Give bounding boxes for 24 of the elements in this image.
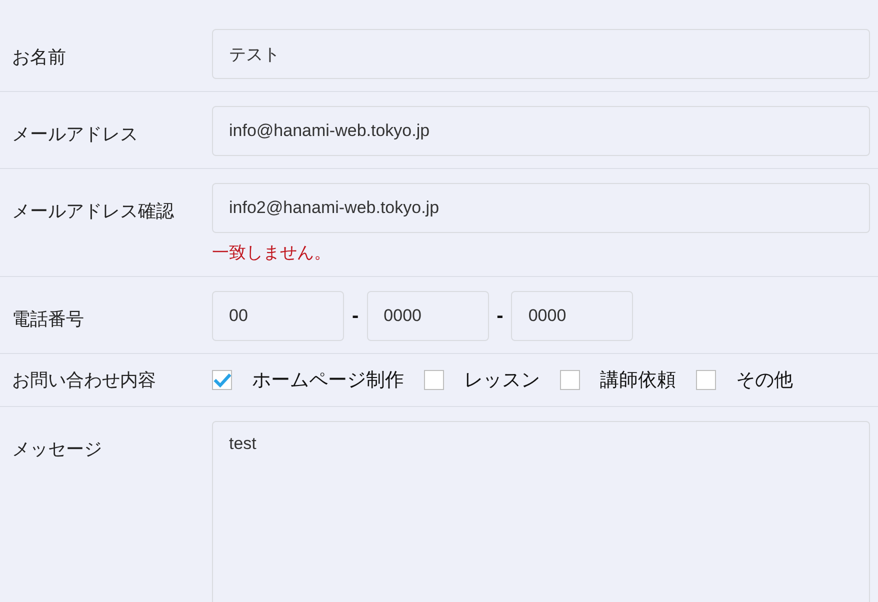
checkbox[interactable] bbox=[560, 370, 580, 390]
phone-field[interactable]: 00 bbox=[212, 291, 344, 341]
field-label: 電話番号 bbox=[11, 308, 85, 331]
field-label: お問い合わせ内容 bbox=[11, 369, 157, 392]
option-label: 講師依頼 bbox=[600, 369, 676, 393]
field-label: メールアドレス確認 bbox=[11, 200, 175, 223]
checkbox[interactable] bbox=[212, 370, 232, 390]
option-label: ホームページ制作 bbox=[252, 369, 404, 393]
message-field[interactable]: test bbox=[212, 421, 870, 602]
checkbox[interactable] bbox=[696, 370, 716, 390]
field-label: メッセージ bbox=[11, 438, 103, 461]
text-field[interactable]: テスト bbox=[212, 29, 870, 79]
dash-separator: - bbox=[352, 304, 359, 328]
phone-field[interactable]: 0000 bbox=[366, 291, 489, 341]
error-message: 一致しません。 bbox=[212, 242, 332, 264]
field-label: メールアドレス bbox=[11, 123, 139, 146]
phone-field[interactable]: 0000 bbox=[511, 291, 634, 341]
option-label: レッスン bbox=[464, 369, 540, 393]
text-field[interactable]: info@hanami-web.tokyo.jp bbox=[212, 106, 870, 156]
dash-separator: - bbox=[496, 304, 504, 328]
text-field[interactable]: info2@hanami-web.tokyo.jp bbox=[212, 183, 870, 233]
checkbox[interactable] bbox=[424, 370, 444, 390]
field-label: お名前 bbox=[11, 46, 67, 69]
option-label: その他 bbox=[736, 369, 793, 393]
